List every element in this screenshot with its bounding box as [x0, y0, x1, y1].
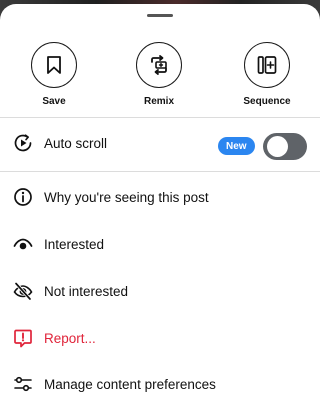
toggle-knob	[267, 136, 288, 157]
not-interested-row[interactable]: Not interested	[0, 268, 320, 314]
report-icon	[13, 328, 33, 348]
why-seeing-row[interactable]: Why you're seeing this post	[0, 174, 320, 220]
save-circle	[31, 42, 77, 88]
auto-scroll-toggle[interactable]	[263, 133, 307, 160]
report-label: Report...	[44, 330, 96, 346]
drag-handle[interactable]	[147, 14, 173, 17]
divider	[0, 117, 320, 118]
eye-icon	[13, 234, 33, 254]
remix-label: Remix	[143, 96, 174, 107]
save-button[interactable]: Save	[14, 42, 94, 114]
remix-button[interactable]: Remix	[119, 42, 199, 114]
bookmark-icon	[47, 56, 61, 74]
sequence-label: Sequence	[243, 96, 291, 107]
divider	[0, 171, 320, 172]
not-interested-label: Not interested	[44, 283, 129, 299]
report-row[interactable]: Report...	[0, 315, 320, 361]
sequence-button[interactable]: Sequence	[227, 42, 307, 114]
auto-scroll-label: Auto scroll	[44, 135, 108, 151]
play-circle-icon	[13, 133, 33, 153]
save-label: Save	[42, 96, 66, 107]
new-badge: New	[218, 137, 255, 155]
interested-row[interactable]: Interested	[0, 221, 320, 267]
interested-label: Interested	[44, 236, 105, 252]
sequence-icon	[257, 56, 277, 74]
why-seeing-label: Why you're seeing this post	[44, 189, 209, 205]
remix-icon	[151, 55, 167, 75]
manage-prefs-row[interactable]: Manage content preferences	[0, 361, 320, 407]
sequence-circle	[244, 42, 290, 88]
eye-off-icon	[13, 281, 33, 301]
remix-circle	[136, 42, 182, 88]
manage-prefs-label: Manage content preferences	[44, 376, 216, 392]
sliders-icon	[13, 374, 33, 394]
info-icon	[13, 187, 33, 207]
action-bar: Save Remix Sequence	[0, 42, 320, 114]
